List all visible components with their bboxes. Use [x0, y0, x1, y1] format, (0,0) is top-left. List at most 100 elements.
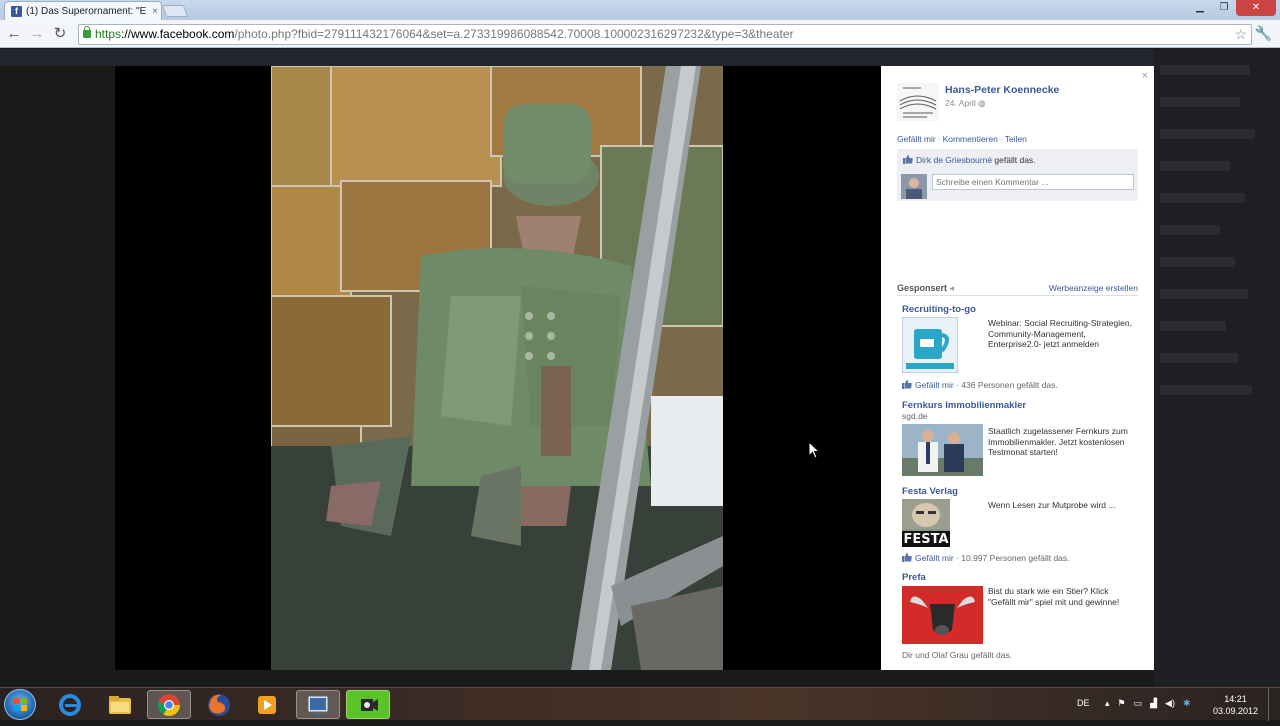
- mosaic-image: [271, 66, 723, 670]
- sponsored-header: Gesponsert ◂ Werbeanzeige erstellen: [897, 283, 1138, 295]
- ad-social-context: Dir und Olaf Grau gefällt das.: [902, 650, 1013, 660]
- clock-time: 14:21: [1224, 694, 1247, 704]
- sponsored-label: Gesponsert: [897, 283, 948, 293]
- folder-icon: [109, 695, 131, 714]
- network-icon[interactable]: ▟: [1150, 698, 1157, 709]
- photo-info-panel: × Hans-Peter Koennecke 24. April ◍ Gefäl…: [881, 66, 1154, 670]
- close-icon[interactable]: ×: [1142, 70, 1148, 82]
- ad-body: Bist du stark wie ein Stier? Klick "Gefä…: [988, 586, 1120, 607]
- start-button[interactable]: [4, 689, 36, 720]
- back-arrow-icon[interactable]: ←: [5, 25, 23, 43]
- window-controls: ▁ ❐ ✕: [1188, 0, 1276, 16]
- show-hidden-icons-icon[interactable]: ▴: [1105, 698, 1110, 709]
- new-tab-button[interactable]: [161, 5, 189, 17]
- monitor-icon[interactable]: ▭: [1134, 698, 1143, 709]
- likes-comments-box: Dirk de Griesbourné gefällt das.: [897, 149, 1138, 201]
- reload-icon[interactable]: ↻: [51, 25, 69, 43]
- clock-date: 03.09.2012: [1212, 706, 1258, 716]
- megaphone-icon: ◂: [949, 283, 955, 293]
- app-tray-icon[interactable]: ✱: [1183, 698, 1191, 709]
- ad-likes: Gefällt mir · 436 Personen gefällt das.: [902, 380, 1058, 390]
- taskbar-ie[interactable]: [48, 690, 92, 719]
- mouse-cursor-icon: [808, 441, 820, 459]
- ad-like-link[interactable]: Gefällt mir: [915, 553, 954, 563]
- ad-title-link[interactable]: Fernkurs Immobilienmakler: [902, 400, 1138, 411]
- thumbs-up-icon: [903, 155, 913, 164]
- taskbar-app-window[interactable]: [296, 690, 340, 719]
- tab-close-icon[interactable]: ×: [149, 6, 161, 17]
- viewer-avatar: [901, 174, 927, 199]
- url-path: /photo.php?fbid=279111432176064&set=a.27…: [234, 27, 794, 41]
- window-app-icon: [307, 695, 329, 715]
- facebook-header-dimmed: [0, 49, 1280, 66]
- owner-name-link[interactable]: Hans-Peter Koennecke: [945, 84, 1059, 96]
- language-indicator[interactable]: DE: [1077, 698, 1090, 708]
- maximize-icon[interactable]: ❐: [1212, 0, 1236, 16]
- ad-body: Staatlich zugelassener Fernkurs zum Immo…: [988, 426, 1128, 457]
- like-link[interactable]: Gefällt mir: [897, 134, 936, 144]
- ad-fernkurs[interactable]: Fernkurs Immobilienmakler sgd.de Staatli…: [902, 400, 1138, 480]
- post-date-text: 24. April: [945, 98, 976, 108]
- liker-name-link[interactable]: Dirk de Griesbourné: [916, 155, 992, 165]
- flag-icon[interactable]: ⚑: [1118, 698, 1126, 709]
- minimize-icon[interactable]: ▁: [1188, 0, 1212, 16]
- taskbar-media[interactable]: [245, 690, 289, 719]
- likes-suffix: gefällt das.: [992, 155, 1036, 165]
- internet-explorer-icon: [59, 693, 81, 716]
- share-link[interactable]: Teilen: [1005, 134, 1027, 144]
- recorder-icon: [361, 698, 378, 711]
- clock[interactable]: 14:21 03.09.2012: [1213, 693, 1258, 717]
- window-close-icon[interactable]: ✕: [1236, 0, 1276, 16]
- taskbar-recorder[interactable]: [346, 690, 390, 719]
- wrench-menu-icon[interactable]: 🔧: [1255, 25, 1272, 42]
- forward-arrow-icon[interactable]: →: [28, 25, 46, 43]
- ad-title-link[interactable]: Prefa: [902, 572, 1138, 583]
- browser-tab[interactable]: f (1) Das Superornament: "E ×: [4, 1, 162, 20]
- firefox-icon: [208, 693, 230, 716]
- tab-strip: f (1) Das Superornament: "E × ▁ ❐ ✕: [0, 0, 1280, 20]
- url-scheme: https: [95, 27, 122, 41]
- thumbs-up-icon: [902, 380, 912, 389]
- facebook-favicon-icon: f: [11, 5, 22, 17]
- create-ad-link[interactable]: Werbeanzeige erstellen: [1049, 283, 1138, 293]
- likes-summary: Dirk de Griesbourné gefällt das.: [903, 155, 1036, 165]
- media-player-icon: [258, 695, 276, 714]
- dimmed-sidebar: [1154, 49, 1280, 687]
- post-actions: Gefällt mir · Kommentieren · Teilen: [897, 134, 1027, 144]
- windows-logo-icon: [14, 698, 27, 711]
- browser-toolbar: ← → ↻ https://www.facebook.com/photo.php…: [0, 20, 1280, 48]
- comment-link[interactable]: Kommentieren: [943, 134, 998, 144]
- ad-title-link[interactable]: Festa Verlag: [902, 486, 1138, 497]
- photo-slate-mosaic[interactable]: [271, 66, 723, 670]
- ad-likes: Gefällt mir · 10.997 Personen gefällt da…: [902, 553, 1070, 563]
- comment-input[interactable]: [932, 174, 1134, 190]
- chrome-icon: [158, 693, 180, 716]
- ad-body: Wenn Lesen zur Mutprobe wird ...: [988, 500, 1116, 510]
- taskbar-explorer[interactable]: [98, 690, 142, 719]
- ad-like-link[interactable]: Gefällt mir: [915, 380, 954, 390]
- tab-title: (1) Das Superornament: "E: [26, 5, 147, 17]
- ad-festa[interactable]: Festa Verlag FESTA Wenn Lesen zur Mutpro…: [902, 486, 1138, 568]
- owner-avatar[interactable]: [897, 83, 939, 121]
- taskbar-chrome[interactable]: [147, 690, 191, 719]
- ad-image-festa[interactable]: FESTA: [902, 499, 950, 547]
- system-tray: DE ▴ ⚑ ▭ ▟ ◀) ✱ 14:21 03.09.2012: [1065, 688, 1280, 721]
- ad-image-mug[interactable]: [902, 317, 958, 373]
- page: × Hans-Peter Koennecke 24. April ◍ Gefäl…: [0, 49, 1280, 687]
- taskbar-firefox[interactable]: [197, 690, 241, 719]
- bookmark-star-icon[interactable]: ☆: [1234, 25, 1247, 44]
- show-desktop-button[interactable]: [1268, 688, 1280, 721]
- ad-title-link[interactable]: Recruiting-to-go: [902, 304, 1138, 315]
- post-date[interactable]: 24. April ◍: [945, 98, 986, 109]
- photo-theater[interactable]: [115, 66, 881, 670]
- taskbar: DE ▴ ⚑ ▭ ▟ ◀) ✱ 14:21 03.09.2012: [0, 687, 1280, 721]
- ad-image-face: [902, 499, 950, 529]
- volume-icon[interactable]: ◀): [1165, 698, 1175, 709]
- ad-like-count: · 10.997 Personen gefällt das.: [953, 553, 1070, 563]
- address-bar[interactable]: https://www.facebook.com/photo.php?fbid=…: [78, 24, 1252, 45]
- ad-recruiting[interactable]: Recruiting-to-go Webinar: Social Recruit…: [902, 304, 1138, 396]
- ad-prefa[interactable]: Prefa Bist du stark wie ein Stier? Klick…: [902, 572, 1138, 664]
- ad-image-bull[interactable]: [902, 586, 983, 644]
- thumbs-up-icon: [902, 553, 912, 562]
- ad-image-people[interactable]: [902, 424, 983, 476]
